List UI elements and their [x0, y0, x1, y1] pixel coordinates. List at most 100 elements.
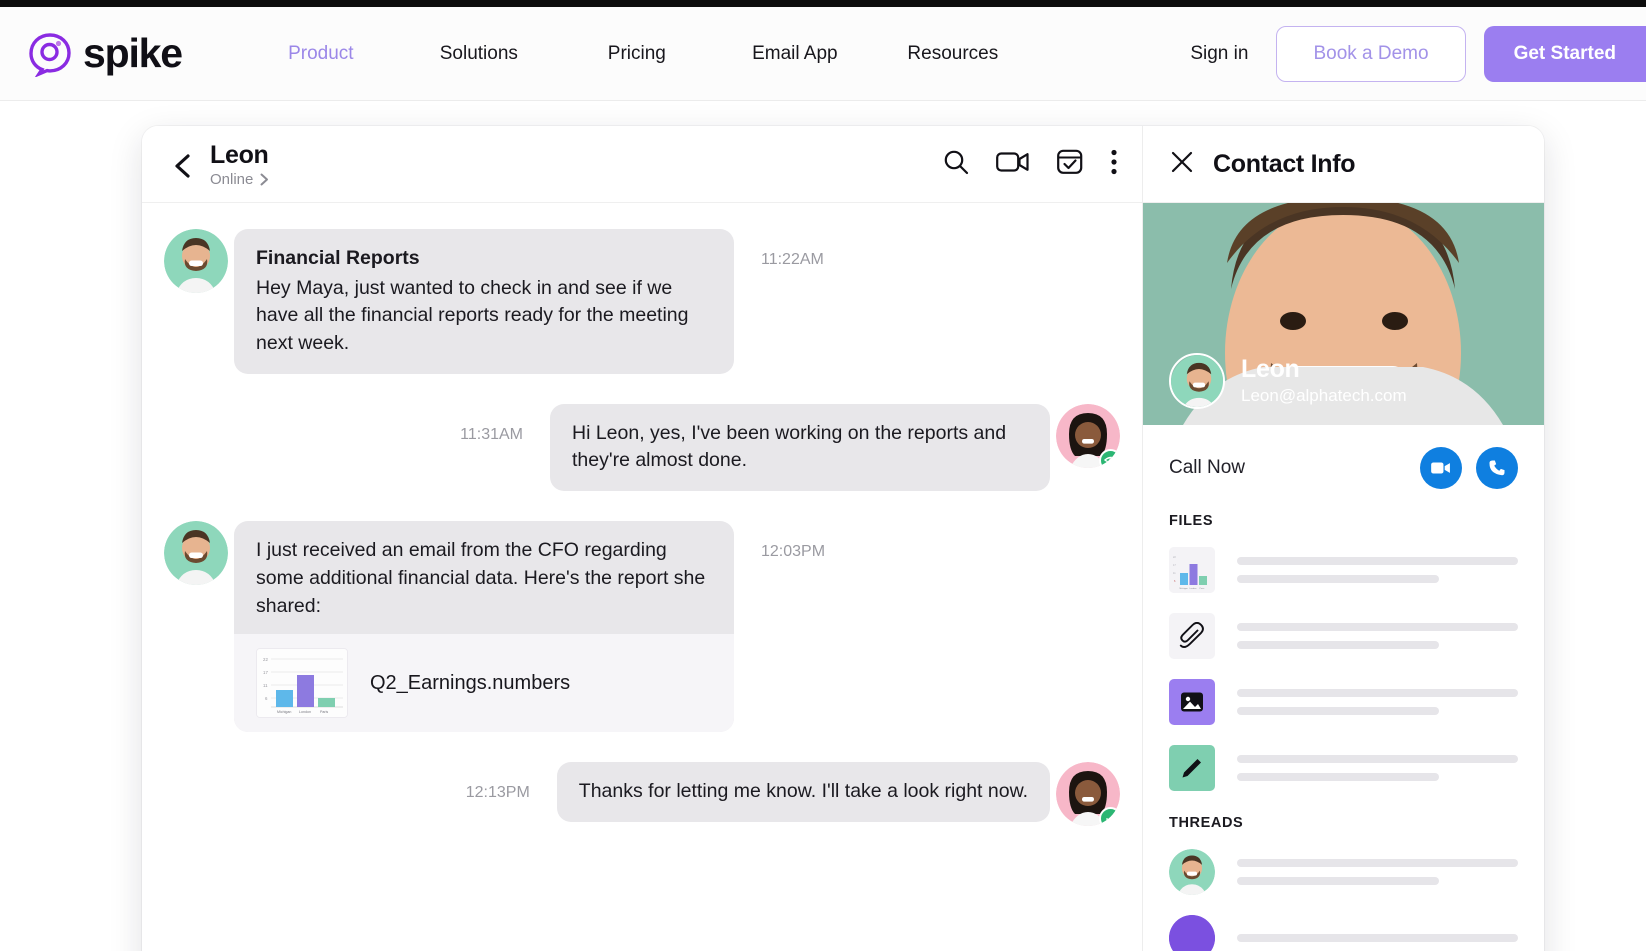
svg-text:Michigan: Michigan	[277, 710, 291, 714]
message-timestamp: 12:03PM	[761, 543, 826, 561]
main-nav: Product Solutions Pricing Email App Reso…	[242, 43, 1032, 65]
chat-header: Leon Online	[142, 126, 1142, 203]
contact-info-pane: Contact Info Leon Leon@alphatech.com Cal…	[1143, 126, 1544, 951]
nav-item-resources[interactable]: Resources	[874, 43, 1032, 65]
contact-info-header: Contact Info	[1143, 126, 1544, 203]
peer-name: Leon	[210, 140, 269, 169]
nav-item-product[interactable]: Product	[242, 43, 400, 65]
thread-list-item[interactable]	[1143, 905, 1544, 951]
avatar	[1169, 849, 1215, 895]
spike-at-logo-icon	[27, 31, 73, 78]
contact-name: Leon	[1241, 355, 1300, 384]
skeleton-bar	[1237, 689, 1518, 697]
skeleton-bar	[1237, 575, 1440, 583]
skeleton-bar	[1237, 557, 1518, 565]
skeleton-bar	[1237, 755, 1518, 763]
image-icon	[1169, 679, 1215, 725]
file-list-item[interactable]	[1143, 735, 1544, 801]
message-bubble[interactable]: I just received an email from the CFO re…	[234, 521, 734, 733]
avatar	[1056, 403, 1120, 468]
message-row: 11:31AM Hi Leon, yes, I've been working …	[142, 403, 1142, 492]
call-buttons	[1420, 447, 1518, 489]
file-name-placeholder	[1237, 623, 1518, 649]
message-timestamp: 11:31AM	[460, 425, 523, 443]
message-bubble[interactable]: Hi Leon, yes, I've been working on the r…	[550, 403, 1050, 492]
chat-action-bar	[942, 148, 1118, 181]
task-checkbox-icon[interactable]	[1056, 148, 1084, 181]
book-a-demo-button[interactable]: Book a Demo	[1276, 26, 1466, 82]
message-bubble[interactable]: Financial Reports Hey Maya, just wanted …	[234, 229, 734, 374]
skeleton-bar	[1237, 623, 1518, 631]
page-root: spike Product Solutions Pricing Email Ap…	[0, 0, 1646, 951]
skeleton-bar	[1237, 773, 1440, 781]
skeleton-bar	[1237, 707, 1440, 715]
nav-item-solutions[interactable]: Solutions	[400, 43, 558, 65]
message-bubble[interactable]: Thanks for letting me know. I'll take a …	[556, 762, 1050, 822]
thread-preview-placeholder	[1237, 859, 1518, 885]
video-camera-icon	[1431, 462, 1450, 474]
message-text: Hi Leon, yes, I've been working on the r…	[572, 421, 1007, 472]
file-attachment-card[interactable]: 22 17 11 6 Michigan London Paris Q2_Earn…	[234, 634, 734, 733]
contact-hero-photo: Leon Leon@alphatech.com	[1143, 203, 1544, 425]
chevron-right-icon	[260, 173, 269, 185]
file-name-placeholder	[1237, 689, 1518, 715]
video-call-button[interactable]	[1420, 447, 1462, 489]
paperclip-icon	[1169, 613, 1215, 659]
message-list[interactable]: Financial Reports Hey Maya, just wanted …	[142, 203, 1142, 951]
svg-text:22: 22	[263, 657, 268, 662]
get-started-button[interactable]: Get Started	[1483, 26, 1646, 82]
contact-hero-overlay: Leon Leon@alphatech.com	[1169, 353, 1407, 409]
peer-block[interactable]: Leon Online	[210, 141, 269, 188]
message-timestamp: 12:13PM	[465, 784, 530, 802]
file-list-item[interactable]	[1143, 603, 1544, 669]
chevron-left-icon[interactable]	[172, 153, 194, 178]
bar-chart-thumbnail-icon: 22 17 11 6 Michigan London Paris	[1169, 547, 1215, 593]
message-title: Financial Reports	[256, 247, 420, 269]
file-list-item[interactable]	[1143, 669, 1544, 735]
svg-text:Paris: Paris	[320, 710, 328, 714]
files-section-label: FILES	[1169, 513, 1214, 529]
skeleton-bar	[1237, 859, 1518, 867]
video-camera-icon[interactable]	[996, 149, 1030, 180]
avatar	[164, 229, 228, 293]
close-icon[interactable]	[1169, 149, 1195, 180]
bar-chart-thumbnail-icon: 22 17 11 6 Michigan London Paris	[256, 648, 348, 719]
peer-status: Online	[210, 171, 269, 188]
svg-text:11: 11	[263, 683, 268, 688]
header-actions: Sign in Book a Demo Get Started	[1190, 7, 1646, 101]
file-name-placeholder	[1237, 755, 1518, 781]
attachment-filename: Q2_Earnings.numbers	[370, 671, 571, 694]
message-timestamp: 11:22AM	[761, 251, 824, 268]
message-text: Hey Maya, just wanted to check in and se…	[256, 276, 689, 355]
avatar	[1169, 915, 1215, 951]
call-now-label: Call Now	[1169, 457, 1246, 478]
site-header: spike Product Solutions Pricing Email Ap…	[0, 7, 1646, 101]
search-icon[interactable]	[942, 148, 970, 181]
message-row: I just received an email from the CFO re…	[142, 521, 1142, 733]
avatar	[164, 521, 228, 586]
brand-logo[interactable]: spike	[27, 30, 183, 78]
message-text: I just received an email from the CFO re…	[256, 539, 706, 617]
avatar	[1056, 762, 1120, 827]
nav-item-email-app[interactable]: Email App	[716, 43, 874, 65]
phone-call-button[interactable]	[1476, 447, 1518, 489]
svg-text:London: London	[1190, 588, 1198, 590]
phone-icon	[1489, 460, 1505, 476]
svg-text:London: London	[299, 710, 311, 714]
eye-seen-icon	[1099, 448, 1120, 468]
call-now-row: Call Now	[1143, 425, 1544, 499]
sign-in-link[interactable]: Sign in	[1190, 43, 1248, 65]
file-name-placeholder	[1237, 557, 1518, 583]
svg-text:Michigan: Michigan	[1180, 588, 1189, 590]
file-list-item[interactable]: 22 17 11 6 Michigan London Paris	[1143, 537, 1544, 603]
more-vertical-icon[interactable]	[1110, 148, 1118, 181]
chat-app-window: Leon Online Financial Reports Hey Maya, …	[142, 126, 1544, 951]
thread-list-item[interactable]	[1143, 839, 1544, 905]
message-text: Thanks for letting me know. I'll take a …	[578, 780, 1028, 803]
skeleton-bar	[1237, 877, 1440, 885]
skeleton-bar	[1237, 641, 1440, 649]
check-delivered-icon	[1099, 807, 1120, 827]
chat-pane: Leon Online Financial Reports Hey Maya, …	[142, 126, 1143, 951]
browser-top-strip	[0, 0, 1646, 7]
nav-item-pricing[interactable]: Pricing	[558, 43, 716, 65]
